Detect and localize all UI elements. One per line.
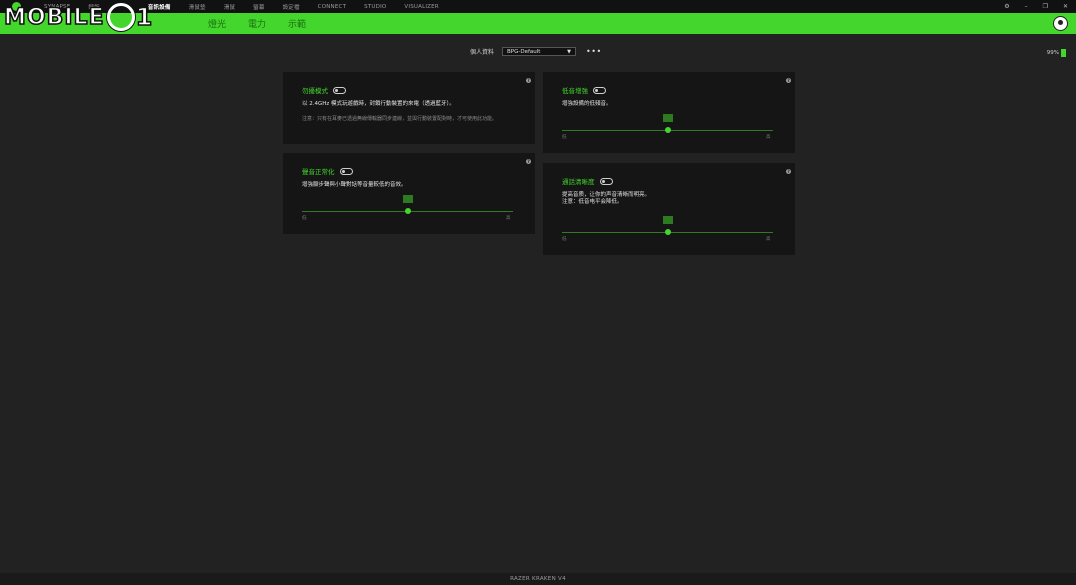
- battery-icon: [1061, 49, 1066, 57]
- voice-clarity-card: ? 通話清晰度 提高音质，让你的声音清晰而明亮。 注意：低音电平会降低。 低 高: [543, 163, 795, 255]
- voice-clarity-toggle[interactable]: [599, 177, 613, 185]
- chevron-down-icon: ▼: [567, 48, 572, 55]
- nav-connect[interactable]: CONNECT: [318, 4, 346, 10]
- sound-normalization-title-row: 聲音正常化: [302, 166, 353, 176]
- maximize-icon[interactable]: ❐: [1043, 3, 1048, 10]
- sound-normalization-toggle[interactable]: [339, 167, 353, 175]
- nav-visualizer[interactable]: VISUALIZER: [404, 4, 438, 10]
- slider-high-label: 高: [766, 237, 771, 242]
- watermark-text: MOBILE: [3, 4, 105, 31]
- sound-normalization-desc: 增強腳步聲與小聲對話等音量較低的音效。: [302, 182, 407, 188]
- slider-value-badge: [662, 114, 673, 122]
- nav-monitor[interactable]: 螢幕: [253, 3, 264, 11]
- slider-low-label: 低: [562, 237, 567, 242]
- bass-boost-title: 低音增強: [562, 87, 588, 95]
- slider-knob[interactable]: [404, 208, 411, 214]
- slider-value-badge: [402, 195, 413, 203]
- slider-low-label: 低: [562, 135, 567, 140]
- game-mode-title-row: 勿擾模式: [302, 85, 346, 95]
- help-icon[interactable]: ?: [786, 78, 791, 83]
- game-mode-card: ? 勿擾模式 以 2.4GHz 模式玩遊戲時，封鎖行動裝置的來電（透過藍牙）。 …: [283, 72, 535, 144]
- nav-profiles[interactable]: 設定檔: [283, 3, 300, 11]
- profile-label: 個人資料: [470, 49, 495, 56]
- voice-clarity-title-row: 通話清晰度: [562, 176, 613, 186]
- tab-power[interactable]: 電力: [248, 17, 266, 30]
- voice-clarity-desc-1: 提高音质，让你的声音清晰而明亮。: [562, 192, 651, 198]
- user-avatar-icon[interactable]: [1053, 16, 1068, 31]
- battery-status: 99%: [1047, 49, 1066, 57]
- bass-boost-title-row: 低音增強: [562, 85, 606, 95]
- watermark-circle-icon: [106, 3, 135, 31]
- help-icon[interactable]: ?: [526, 78, 531, 83]
- watermark-number: 1: [135, 2, 153, 32]
- tab-demo[interactable]: 示範: [288, 17, 306, 30]
- minimize-icon[interactable]: –: [1025, 3, 1028, 10]
- watermark-logo: MOBILE 1: [3, 2, 153, 32]
- device-subnav: 燈光 電力 示範: [0, 13, 1076, 34]
- profile-dropdown[interactable]: BPG-Default ▼: [502, 47, 577, 56]
- help-icon[interactable]: ?: [786, 169, 791, 174]
- game-mode-note: 注意：只有在耳麥已透過無線傳輸器同步連線，並與行動裝置配對時，才可使用此功能。: [302, 116, 498, 122]
- bass-boost-toggle[interactable]: [593, 86, 606, 94]
- slider-knob[interactable]: [664, 229, 671, 235]
- slider-value-badge: [662, 216, 673, 224]
- sound-normalization-title: 聲音正常化: [302, 168, 335, 176]
- tab-lighting[interactable]: 燈光: [208, 17, 226, 30]
- more-options-icon[interactable]: •••: [586, 47, 602, 56]
- help-icon[interactable]: ?: [526, 159, 531, 164]
- profile-selected: BPG-Default: [507, 48, 541, 55]
- profile-row: 個人資料 BPG-Default ▼ •••: [470, 47, 602, 56]
- title-bar: SYNAPSE 鍵盤 音訊設備 滑鼠墊 滑鼠 螢幕 設定檔 CONNECT ST…: [0, 0, 1076, 13]
- voice-clarity-desc-2: 注意：低音电平会降低。: [562, 199, 623, 205]
- slider-low-label: 低: [302, 216, 307, 221]
- game-mode-toggle[interactable]: [333, 86, 346, 94]
- bass-boost-desc: 增強設備的低頻音。: [562, 101, 612, 107]
- close-icon[interactable]: ✕: [1063, 3, 1068, 10]
- settings-icon[interactable]: ⚙: [1004, 3, 1009, 10]
- slider-knob[interactable]: [664, 127, 671, 133]
- window-controls: ⚙ – ❐ ✕: [989, 0, 1068, 13]
- game-mode-desc: 以 2.4GHz 模式玩遊戲時，封鎖行動裝置的來電（透過藍牙）。: [302, 101, 455, 107]
- slider-high-label: 高: [506, 216, 511, 221]
- slider-high-label: 高: [766, 135, 771, 140]
- nav-studio[interactable]: STUDIO: [364, 4, 386, 10]
- nav-mousepad[interactable]: 滑鼠墊: [189, 3, 206, 11]
- nav-mouse[interactable]: 滑鼠: [224, 3, 235, 11]
- game-mode-title: 勿擾模式: [302, 87, 328, 95]
- voice-clarity-title: 通話清晰度: [562, 178, 595, 186]
- device-footer: RAZER KRAKEN V4: [0, 573, 1076, 585]
- device-name: RAZER KRAKEN V4: [510, 576, 566, 582]
- bass-boost-card: ? 低音增強 增強設備的低頻音。 低 高: [543, 72, 795, 153]
- sound-normalization-card: ? 聲音正常化 增強腳步聲與小聲對話等音量較低的音效。 低 高: [283, 153, 535, 234]
- battery-text: 99%: [1046, 50, 1059, 56]
